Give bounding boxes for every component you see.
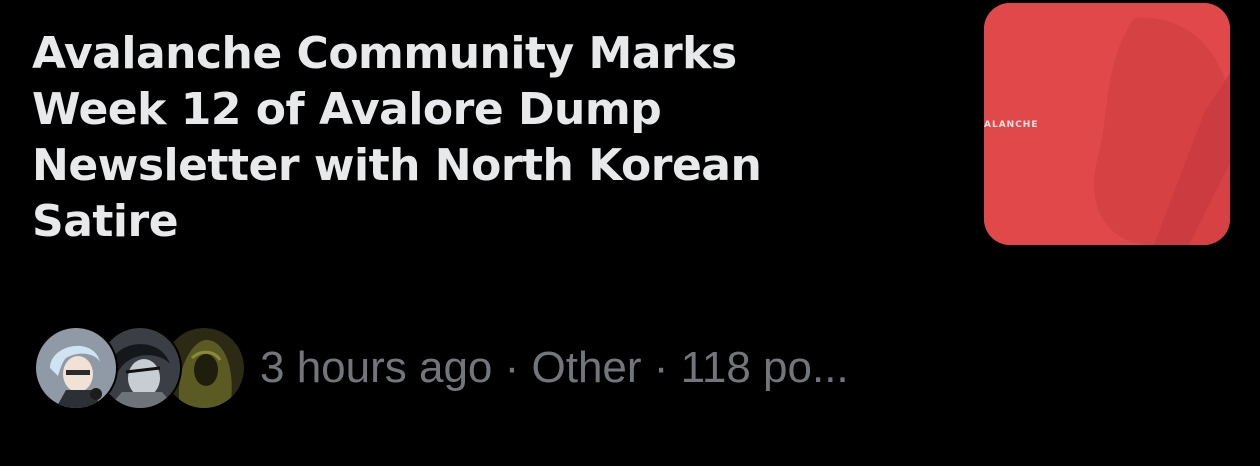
headline-line-2: Week 12 of Avalore Dump [32, 84, 662, 135]
timestamp: 3 hours ago [260, 343, 493, 392]
meta-separator: · [492, 343, 532, 392]
avatar[interactable] [34, 326, 118, 410]
headline-line-4: Satire [32, 196, 179, 247]
post-meta-text: 3 hours ago · Other · 118 po... [260, 340, 849, 396]
category-label[interactable]: Other [532, 343, 642, 392]
news-card[interactable]: Avalanche Community Marks Week 12 of Ava… [0, 0, 1260, 466]
thumbnail-image[interactable]: ALANCHE [984, 3, 1230, 245]
post-count: 118 po... [680, 343, 849, 392]
thumbnail-label: ALANCHE [984, 120, 1039, 130]
headline[interactable]: Avalanche Community Marks Week 12 of Ava… [32, 26, 912, 250]
headline-line-3: Newsletter with North Korean [32, 140, 762, 191]
post-meta: 3 hours ago · Other · 118 po... [34, 326, 994, 410]
avatar-stack[interactable] [34, 326, 246, 410]
anime-avatar-icon [36, 328, 116, 408]
meta-separator: · [641, 343, 681, 392]
headline-line-1: Avalanche Community Marks [32, 28, 737, 79]
